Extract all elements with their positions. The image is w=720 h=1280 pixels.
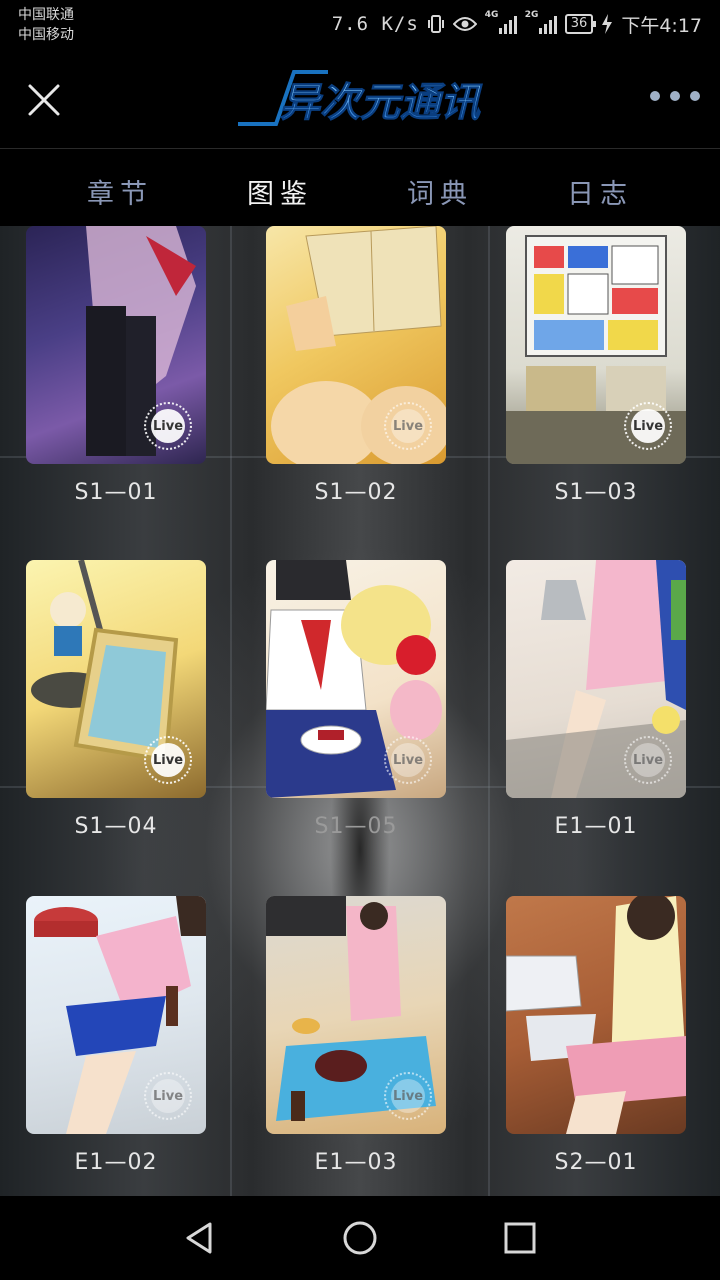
- gallery-card[interactable]: Live S1—05: [266, 560, 446, 839]
- signal-2g-icon: 2G: [525, 10, 557, 34]
- card-thumbnail[interactable]: Live: [266, 560, 446, 798]
- battery-icon: 36: [564, 14, 596, 34]
- signal-4g-label: 4G: [484, 10, 499, 20]
- signal-4g-icon: 4G: [485, 10, 517, 34]
- live-badge: Live: [624, 736, 672, 784]
- card-thumbnail[interactable]: [506, 896, 686, 1134]
- card-caption: S2—01: [554, 1150, 638, 1175]
- gallery-card[interactable]: Live S1—04: [26, 560, 206, 839]
- card-thumbnail[interactable]: Live: [506, 226, 686, 464]
- signal-2g-label: 2G: [524, 10, 539, 20]
- status-bar: 中国联通 中国移动 7.6 K/s 4G 2G 36 下午4:17: [0, 0, 720, 48]
- gallery-grid[interactable]: Live S1—01 Live S1—02 Live S1—03 Live S1…: [0, 226, 720, 1196]
- gallery-card[interactable]: Live S1—03: [506, 226, 686, 505]
- home-icon[interactable]: [340, 1218, 380, 1258]
- card-caption: S1—03: [554, 480, 638, 505]
- carrier-2: 中国移动: [18, 27, 74, 43]
- live-badge: Live: [384, 1072, 432, 1120]
- carrier-info: 中国联通 中国移动: [18, 5, 74, 45]
- card-caption: E1—03: [314, 1150, 398, 1175]
- card-thumbnail[interactable]: Live: [26, 560, 206, 798]
- close-icon[interactable]: [22, 78, 66, 122]
- carrier-1: 中国联通: [18, 7, 74, 23]
- card-caption: S1—02: [314, 480, 398, 505]
- gallery-card[interactable]: Live S1—02: [266, 226, 446, 505]
- gallery-card[interactable]: Live E1—01: [506, 560, 686, 839]
- logo-text: 异次元通讯: [280, 80, 483, 126]
- live-badge: Live: [624, 402, 672, 450]
- clock: 下午4:17: [621, 14, 702, 37]
- card-thumbnail[interactable]: Live: [266, 896, 446, 1134]
- card-caption: E1—01: [554, 814, 638, 839]
- vibrate-icon: [427, 15, 444, 33]
- gallery-card[interactable]: Live E1—03: [266, 896, 446, 1175]
- app-header: 异次元通讯: [0, 48, 720, 149]
- live-badge: Live: [144, 402, 192, 450]
- card-thumbnail[interactable]: Live: [266, 226, 446, 464]
- tab-gallery[interactable]: 图鉴: [220, 172, 340, 211]
- tab-dictionary[interactable]: 词典: [380, 172, 500, 211]
- gallery-card[interactable]: Live S1—01: [26, 226, 206, 505]
- charging-icon: [602, 14, 613, 34]
- eye-comfort-icon: [452, 17, 477, 31]
- live-badge: Live: [144, 736, 192, 784]
- card-caption: S1—04: [74, 814, 158, 839]
- recent-apps-icon[interactable]: [500, 1218, 540, 1258]
- app-logo: 异次元通讯: [238, 70, 483, 127]
- gallery-card[interactable]: S2—01: [506, 896, 686, 1175]
- tab-bar: 章节 图鉴 词典 日志: [0, 150, 720, 226]
- card-caption: S1—05: [314, 814, 398, 839]
- live-badge: Live: [384, 402, 432, 450]
- tab-chapters[interactable]: 章节: [60, 172, 180, 211]
- card-thumbnail[interactable]: Live: [26, 896, 206, 1134]
- card-thumbnail[interactable]: Live: [506, 560, 686, 798]
- card-thumbnail[interactable]: Live: [26, 226, 206, 464]
- back-icon[interactable]: [180, 1218, 220, 1258]
- gallery-card[interactable]: Live E1—02: [26, 896, 206, 1175]
- tab-log[interactable]: 日志: [540, 172, 660, 211]
- card-caption: S1—01: [74, 480, 158, 505]
- more-options-icon[interactable]: [650, 84, 700, 108]
- network-speed: 7.6 K/s: [331, 13, 419, 35]
- system-nav-bar: [0, 1196, 720, 1280]
- card-caption: E1—02: [74, 1150, 158, 1175]
- live-badge: Live: [144, 1072, 192, 1120]
- live-badge: Live: [384, 736, 432, 784]
